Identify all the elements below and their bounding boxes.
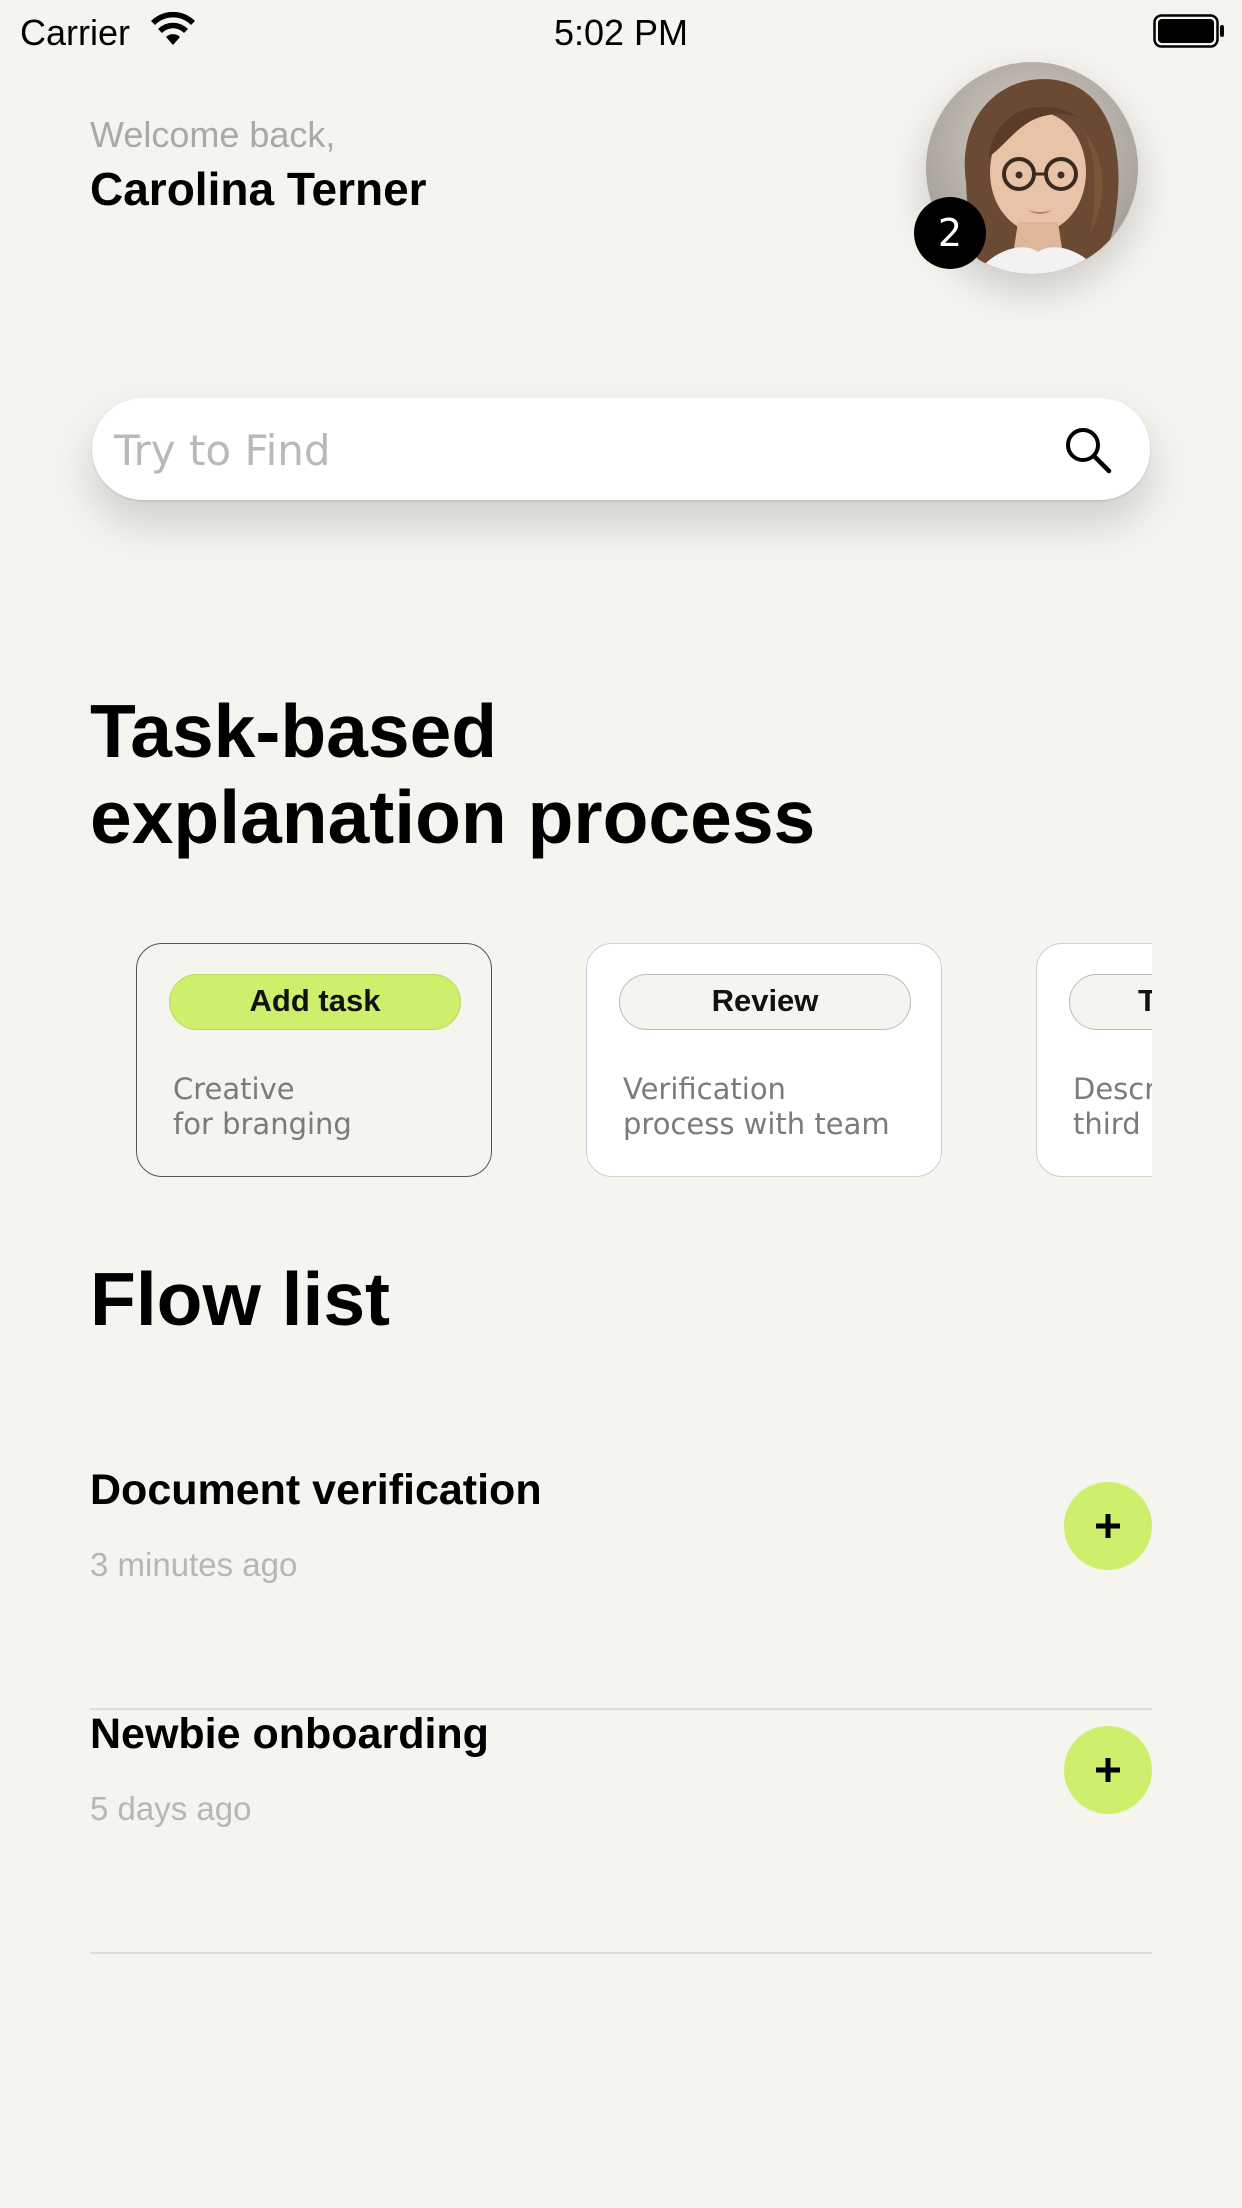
section-title: Task-based explanation process [90, 688, 990, 860]
flow-list-item[interactable]: Document verification 3 minutes ago [90, 1466, 1152, 1710]
user-name: Carolina Terner [90, 163, 427, 215]
plus-icon [1096, 1758, 1120, 1782]
section-title-line1: Task-based [90, 689, 498, 773]
flow-item-time: 3 minutes ago [90, 1546, 298, 1583]
notification-badge[interactable]: 2 [914, 197, 986, 269]
card-description: Descr third [1073, 1072, 1152, 1141]
task-cards-carousel[interactable]: Add task Creative for branging Review Ve… [0, 940, 1152, 1180]
task-card-add-task[interactable]: Add task Creative for branging [136, 943, 492, 1177]
flow-list-item[interactable]: Newbie onboarding 5 days ago [90, 1710, 1152, 1954]
task-card-third[interactable]: T Descr third [1036, 943, 1152, 1177]
status-time: 5:02 PM [553, 12, 689, 53]
task-card-review[interactable]: Review Verification process with team [586, 943, 942, 1177]
flow-list-title: Flow list [90, 1257, 390, 1341]
welcome-text: Welcome back, [90, 114, 336, 155]
plus-icon [1096, 1514, 1120, 1538]
section-title-line2: explanation process [90, 775, 816, 859]
card-description: Verification process with team [623, 1072, 890, 1141]
flow-item-time: 5 days ago [90, 1790, 252, 1827]
add-flow-button[interactable] [1064, 1482, 1152, 1570]
search-bar [92, 398, 1150, 502]
card-description: Creative for branging [173, 1072, 352, 1141]
flow-item-title: Newbie onboarding [90, 1710, 489, 1758]
card-chip[interactable]: T [1069, 974, 1152, 1030]
status-bar: Carrier 5:02 PM [0, 0, 1242, 60]
search-input[interactable] [112, 398, 1016, 502]
battery-icon [1153, 14, 1224, 48]
add-flow-button[interactable] [1064, 1726, 1152, 1814]
card-chip[interactable]: Review [619, 974, 911, 1030]
search-icon[interactable] [1062, 424, 1114, 476]
flow-item-title: Document verification [90, 1466, 542, 1514]
card-chip[interactable]: Add task [169, 974, 461, 1030]
